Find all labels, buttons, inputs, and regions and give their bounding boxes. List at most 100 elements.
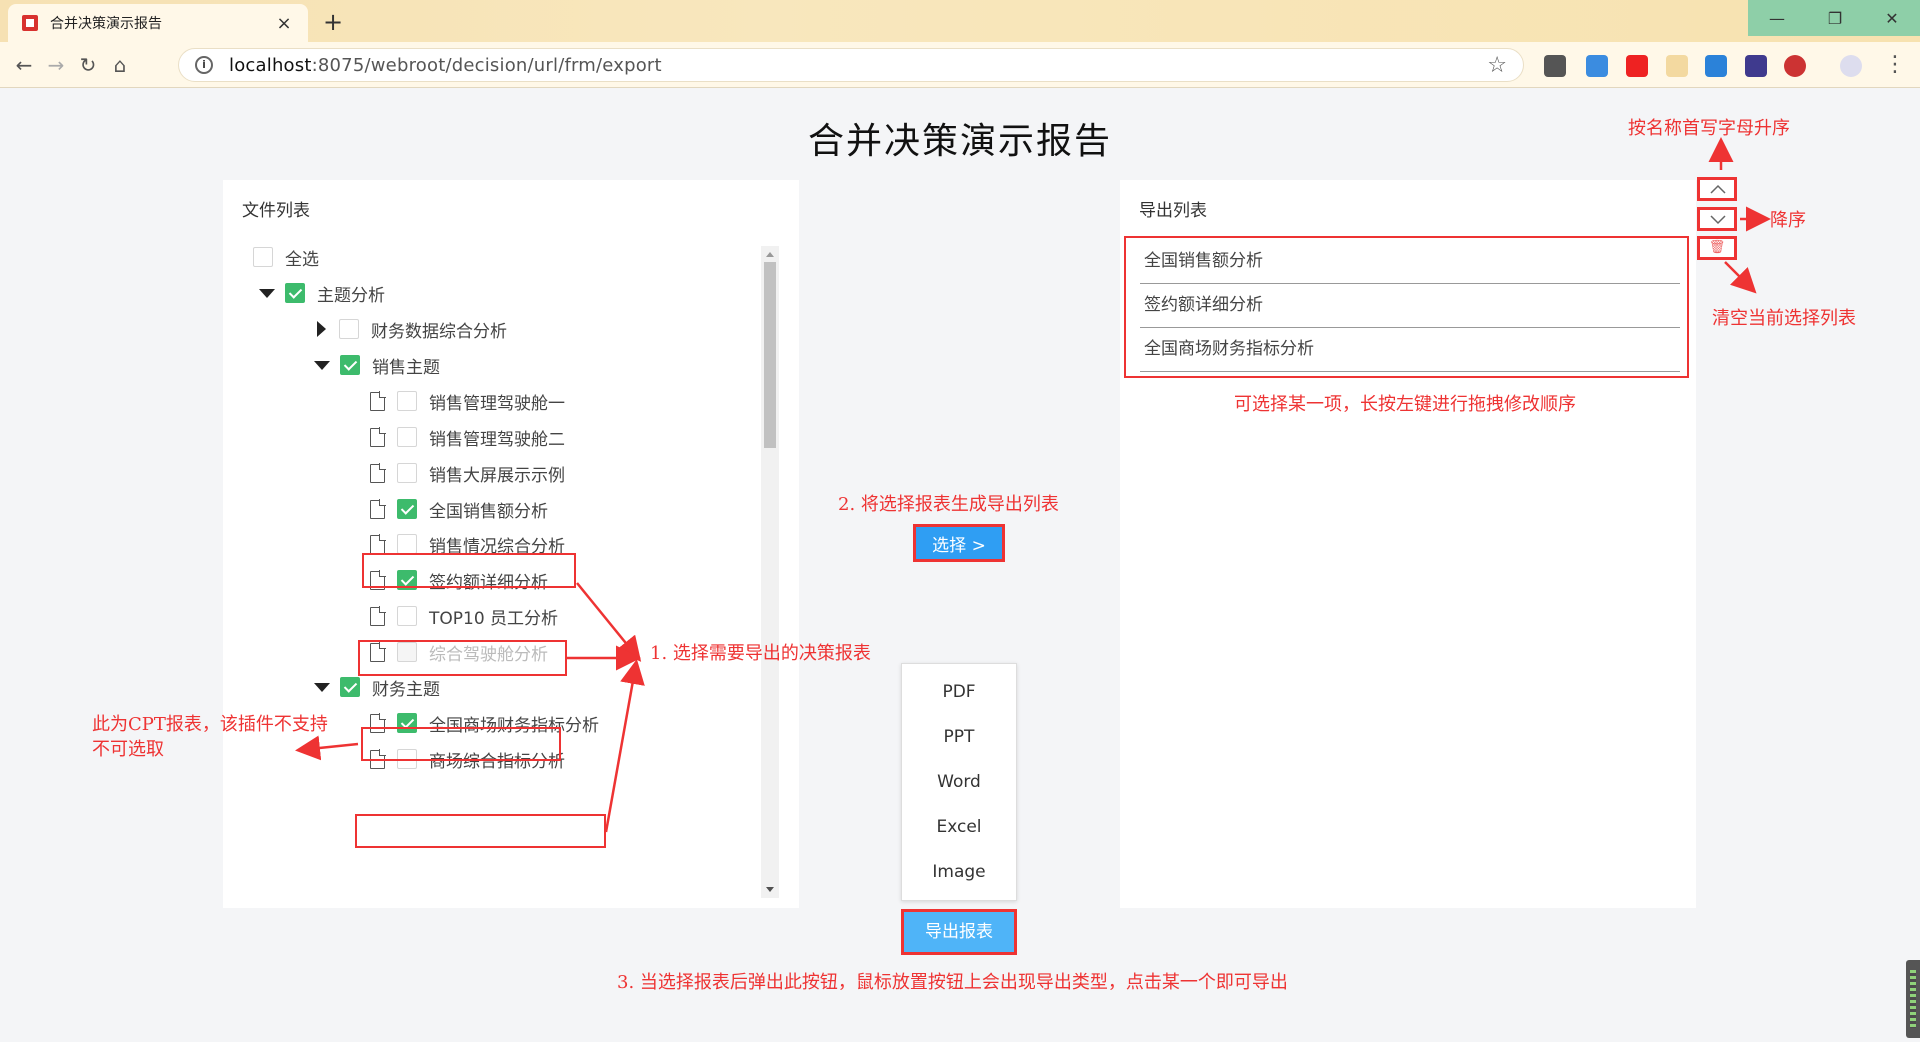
- clear-list-button[interactable]: 🗑: [1697, 236, 1737, 260]
- select-all-checkbox[interactable]: [253, 247, 273, 267]
- forward-arrow-icon[interactable]: →: [42, 51, 70, 79]
- note-step1: 1. 选择需要导出的决策报表: [650, 643, 871, 664]
- select-button[interactable]: 选择 >: [913, 524, 1005, 562]
- menu-kebab-icon[interactable]: ⋮: [1884, 52, 1906, 77]
- tree-folder-row[interactable]: 销售主题: [314, 352, 440, 378]
- highlight-box: [361, 727, 561, 761]
- export-list-header: 导出列表: [1139, 201, 1207, 221]
- tab-title: 合并决策演示报告: [50, 16, 162, 32]
- export-option-excel[interactable]: Excel: [902, 815, 1016, 860]
- note-cpt-line1: 此为CPT报表，该插件不支持: [92, 714, 328, 735]
- file-list-header: 文件列表: [242, 201, 310, 221]
- highlight-box: [1124, 236, 1689, 378]
- tree-label: 主题分析: [317, 285, 385, 306]
- window-minimize-button[interactable]: —: [1748, 0, 1806, 36]
- trash-icon: 🗑: [1708, 240, 1726, 255]
- document-icon: [370, 462, 386, 483]
- extension-icon[interactable]: [1544, 55, 1566, 77]
- extension-icon[interactable]: [1745, 55, 1767, 77]
- tree-checkbox[interactable]: [397, 606, 417, 626]
- note-step3: 3. 当选择报表后弹出此按钮，鼠标放置按钮上会出现导出类型，点击某一个即可导出: [617, 972, 1288, 993]
- document-icon: [370, 605, 386, 626]
- profile-avatar[interactable]: [1840, 55, 1862, 77]
- tab-close-icon[interactable]: ×: [274, 13, 294, 34]
- note-drag-hint: 可选择某一项，长按左键进行拖拽修改顺序: [1234, 394, 1576, 415]
- note-step2: 2. 将选择报表生成导出列表: [838, 494, 1059, 515]
- tree-folder-row[interactable]: 主题分析: [259, 280, 385, 306]
- export-option-ppt[interactable]: PPT: [902, 725, 1016, 770]
- scroll-up-icon[interactable]: [766, 252, 774, 257]
- select-all-row[interactable]: 全选: [253, 244, 319, 270]
- tree-checkbox[interactable]: [397, 499, 417, 519]
- tree-file-row[interactable]: 销售大屏展示示例: [370, 460, 565, 486]
- tree-checkbox[interactable]: [339, 319, 359, 339]
- tree-file-row[interactable]: TOP10 员工分析: [370, 603, 558, 629]
- note-cpt-line2: 不可选取: [92, 739, 164, 760]
- site-info-icon[interactable]: i: [195, 56, 213, 74]
- note-clear-list: 清空当前选择列表: [1712, 308, 1856, 329]
- bookmark-star-icon[interactable]: ☆: [1487, 53, 1507, 78]
- document-icon: [370, 390, 386, 411]
- export-option-word[interactable]: Word: [902, 770, 1016, 815]
- extension-icon[interactable]: [1586, 55, 1608, 77]
- browser-toolbar: ← → ↻ ⌂ i localhost:8075/webroot/decisio…: [0, 42, 1920, 88]
- file-list-scrollbar[interactable]: [761, 246, 779, 898]
- extension-icon[interactable]: [1705, 55, 1727, 77]
- caret-down-icon[interactable]: [314, 360, 330, 370]
- sort-ascending-button[interactable]: [1697, 177, 1737, 201]
- caret-down-icon[interactable]: [314, 682, 330, 692]
- note-sort-asc: 按名称首写字母升序: [1628, 118, 1790, 139]
- tree-checkbox[interactable]: [397, 534, 417, 554]
- tree-label: 销售主题: [372, 357, 440, 378]
- tree-folder-row[interactable]: 财务主题: [314, 674, 440, 700]
- tree-checkbox[interactable]: [285, 283, 305, 303]
- address-url: localhost:8075/webroot/decision/url/frm/…: [229, 54, 662, 76]
- chevron-up-icon: [1710, 184, 1726, 194]
- file-list-panel: 文件列表 全选 主题分析 财务数据综合分析 销售主题 销售管理驾驶舱一 销售管理…: [223, 180, 799, 908]
- ppt-favicon-icon: [22, 15, 38, 31]
- extension-icon[interactable]: [1626, 55, 1648, 77]
- tree-checkbox[interactable]: [397, 427, 417, 447]
- tree-checkbox[interactable]: [340, 677, 360, 697]
- browser-tab[interactable]: 合并决策演示报告 ×: [8, 4, 308, 42]
- tree-label: 销售管理驾驶舱一: [429, 393, 565, 414]
- tree-label: 财务数据综合分析: [371, 321, 507, 342]
- tree-file-row[interactable]: 销售管理驾驶舱一: [370, 388, 565, 414]
- document-icon: [370, 498, 386, 519]
- new-tab-button[interactable]: +: [318, 8, 348, 38]
- back-arrow-icon[interactable]: ←: [10, 51, 38, 79]
- tree-file-row[interactable]: 销售管理驾驶舱二: [370, 424, 565, 450]
- note-sort-desc: 降序: [1770, 210, 1806, 231]
- tree-label: 全国销售额分析: [429, 501, 548, 522]
- export-option-image[interactable]: Image: [902, 860, 1016, 905]
- scroll-down-icon[interactable]: [766, 887, 774, 892]
- document-icon: [370, 533, 386, 554]
- chevron-down-icon: [1710, 215, 1726, 225]
- scrollbar-thumb[interactable]: [764, 262, 776, 448]
- highlight-box: [358, 640, 567, 676]
- tree-label: TOP10 员工分析: [429, 608, 559, 629]
- caret-down-icon[interactable]: [259, 288, 275, 298]
- tree-folder-row[interactable]: 财务数据综合分析: [313, 316, 507, 342]
- export-option-pdf[interactable]: PDF: [902, 680, 1016, 725]
- tree-checkbox[interactable]: [397, 463, 417, 483]
- tree-checkbox[interactable]: [397, 391, 417, 411]
- tree-checkbox[interactable]: [340, 355, 360, 375]
- caret-right-icon[interactable]: [317, 321, 326, 337]
- reload-icon[interactable]: ↻: [74, 51, 102, 79]
- tree-label: 销售管理驾驶舱二: [429, 429, 565, 450]
- sort-descending-button[interactable]: [1697, 207, 1737, 231]
- highlight-box: [362, 553, 576, 588]
- window-close-button[interactable]: ✕: [1864, 0, 1920, 36]
- document-icon: [370, 426, 386, 447]
- tree-file-row[interactable]: 全国销售额分析: [370, 496, 548, 522]
- extension-icon[interactable]: [1666, 55, 1688, 77]
- window-maximize-button[interactable]: ❐: [1806, 0, 1864, 36]
- address-bar[interactable]: i localhost:8075/webroot/decision/url/fr…: [178, 48, 1524, 82]
- export-button[interactable]: 导出报表: [901, 909, 1017, 955]
- extension-icon[interactable]: [1784, 55, 1806, 77]
- home-icon[interactable]: ⌂: [106, 51, 134, 79]
- side-widget[interactable]: [1906, 960, 1920, 1038]
- highlight-box: [355, 814, 606, 848]
- tree-label: 销售大屏展示示例: [429, 465, 565, 486]
